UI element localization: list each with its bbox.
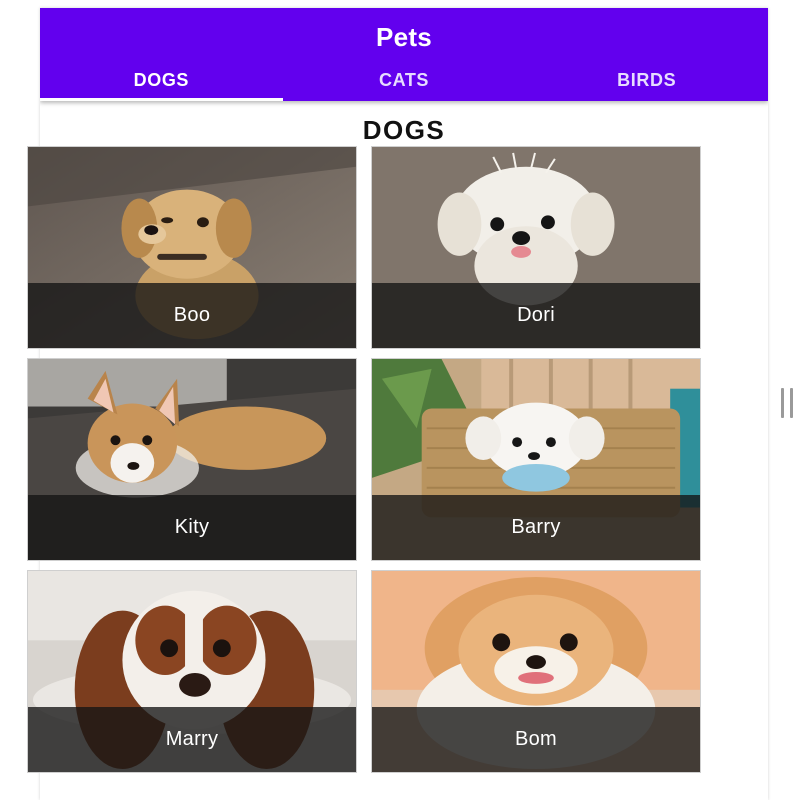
section-title: DOGS	[362, 115, 446, 145]
pet-card-bom[interactable]: Bom	[371, 570, 701, 773]
pet-name: Dori	[372, 283, 700, 348]
tab-cats[interactable]: CATS	[283, 59, 526, 101]
pet-name: Marry	[28, 707, 356, 772]
pet-name: Barry	[372, 495, 700, 560]
pet-card-dori[interactable]: Dori	[371, 146, 701, 349]
handle-bar	[790, 388, 793, 418]
pet-card-kity[interactable]: Kity	[27, 358, 357, 561]
drag-handle-icon[interactable]	[781, 388, 793, 418]
pet-name: Boo	[28, 283, 356, 348]
app-bar: Pets DOGS CATS BIRDS	[40, 8, 768, 101]
tab-bar: DOGS CATS BIRDS	[40, 59, 768, 101]
tab-dogs[interactable]: DOGS	[40, 59, 283, 101]
pet-card-barry[interactable]: Barry	[371, 358, 701, 561]
pet-name: Bom	[372, 707, 700, 772]
pet-name: Kity	[28, 495, 356, 560]
pet-card-boo[interactable]: Boo	[27, 146, 357, 349]
handle-bar	[781, 388, 784, 418]
pet-card-marry[interactable]: Marry	[27, 570, 357, 773]
app-title: Pets	[375, 22, 433, 52]
pet-grid: Boo Dori Kity Barry Marry Bom	[27, 146, 701, 773]
tab-birds[interactable]: BIRDS	[525, 59, 768, 101]
